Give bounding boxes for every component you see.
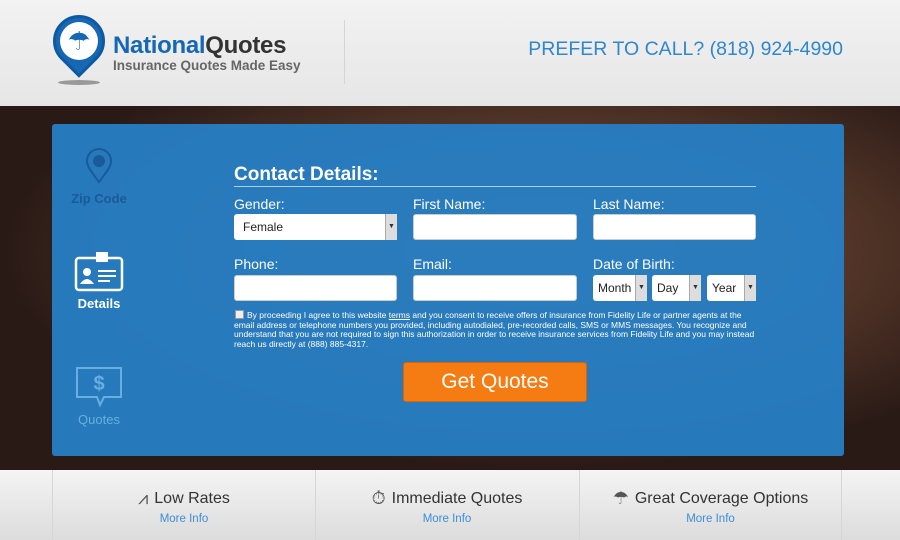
stopwatch-icon: ⏱ xyxy=(371,488,386,508)
last-name-label: Last Name: xyxy=(593,196,665,212)
more-info-link[interactable]: More Info xyxy=(316,513,578,525)
more-info-link[interactable]: More Info xyxy=(580,513,841,525)
tagline: Insurance Quotes Made Easy xyxy=(113,58,301,73)
email-input[interactable] xyxy=(413,275,577,301)
consent-text: By proceeding I agree to this website te… xyxy=(234,310,755,349)
rates-chart-icon: ⩘ xyxy=(138,488,149,508)
phone-label: Phone: xyxy=(234,256,279,272)
chevron-down-icon: ▼ xyxy=(635,275,647,301)
umbrella-icon: ☂ xyxy=(60,22,98,60)
location-pin-icon xyxy=(51,145,147,187)
chevron-down-icon: ▼ xyxy=(689,275,701,301)
email-label: Email: xyxy=(413,256,452,272)
feature-low-rates: ⩘ Low Rates More Info xyxy=(52,470,315,540)
phone-number[interactable]: PREFER TO CALL? (818) 924-4990 xyxy=(528,38,843,61)
chevron-down-icon: ▼ xyxy=(744,275,756,301)
divider xyxy=(344,20,345,84)
dob-label: Date of Birth: xyxy=(593,256,675,272)
feature-immediate-quotes: ⏱ Immediate Quotes More Info xyxy=(315,470,578,540)
step-quotes[interactable]: $ Quotes xyxy=(51,366,147,427)
feature-coverage-options: ☂ Great Coverage Options More Info xyxy=(579,470,842,540)
step-zip-code[interactable]: Zip Code xyxy=(51,145,147,206)
logo-shadow xyxy=(58,80,100,85)
step-details[interactable]: Details xyxy=(51,250,147,311)
gender-select[interactable]: Female ▼ xyxy=(234,214,397,240)
dob-year-select[interactable]: Year ▼ xyxy=(707,275,756,301)
title-divider xyxy=(234,186,756,187)
umbrella-icon: ☂ xyxy=(612,488,629,508)
last-name-input[interactable] xyxy=(593,214,756,240)
brand-name[interactable]: NationalQuotes xyxy=(113,32,286,60)
terms-link[interactable]: terms xyxy=(389,310,410,320)
chevron-down-icon: ▼ xyxy=(385,214,397,240)
more-info-link[interactable]: More Info xyxy=(53,513,315,525)
dollar-bubble-icon: $ xyxy=(51,366,147,408)
consent-checkbox[interactable] xyxy=(235,310,244,319)
first-name-label: First Name: xyxy=(413,196,486,212)
get-quotes-button[interactable]: Get Quotes xyxy=(403,362,587,402)
id-card-icon xyxy=(51,250,147,292)
svg-text:$: $ xyxy=(93,373,104,395)
dob-day-select[interactable]: Day ▼ xyxy=(652,275,701,301)
first-name-input[interactable] xyxy=(413,214,577,240)
phone-input[interactable] xyxy=(234,275,397,301)
gender-label: Gender: xyxy=(234,196,285,212)
dob-month-select[interactable]: Month ▼ xyxy=(593,275,647,301)
form-title: Contact Details: xyxy=(234,164,379,185)
